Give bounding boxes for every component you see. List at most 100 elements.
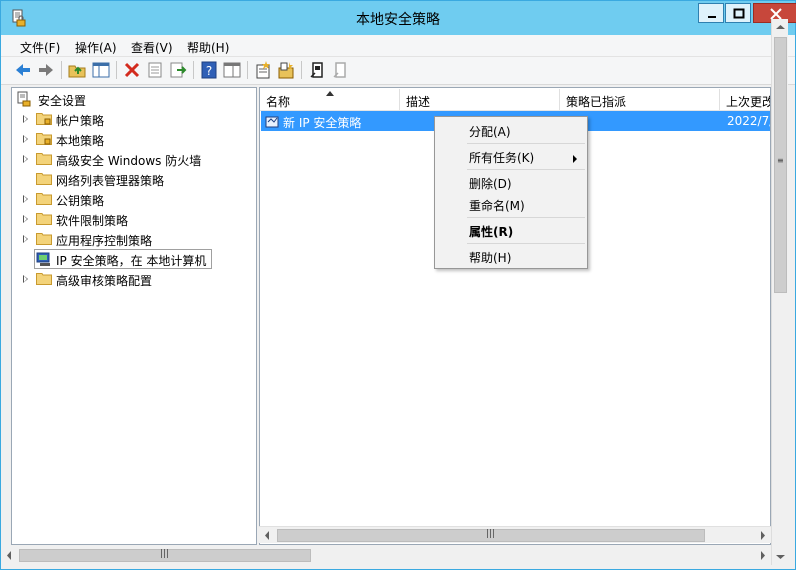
tree-item-advanced-audit[interactable]: 高级审核策略配置 [12, 269, 252, 289]
maximize-icon [733, 8, 745, 19]
menu-action[interactable]: 操作(A) [75, 39, 117, 56]
folder-icon [36, 153, 52, 165]
tree-item-label: 高级安全 Windows 防火墙 [56, 154, 202, 168]
folder-icon [36, 233, 52, 245]
column-header-modified[interactable]: 上次更改 [720, 89, 770, 110]
help-icon[interactable]: ? [199, 60, 219, 80]
tree-item-software-restriction[interactable]: 软件限制策略 [12, 209, 252, 229]
svg-text:?: ? [206, 64, 212, 78]
forward-arrow-icon[interactable] [36, 60, 56, 80]
tree-item-label: 软件限制策略 [56, 214, 129, 228]
scroll-thumb[interactable]: ||| [19, 549, 311, 562]
folder-icon [36, 193, 52, 205]
expand-arrow-icon[interactable] [23, 195, 28, 203]
title-bar[interactable]: 本地安全策略 [1, 1, 796, 35]
show-tree-icon[interactable] [91, 60, 111, 80]
menu-separator [467, 143, 585, 144]
new-policy-icon[interactable] [253, 60, 273, 80]
scroll-left-arrow-icon[interactable] [259, 527, 276, 544]
toolbar-separator [116, 61, 117, 79]
export-icon[interactable] [168, 60, 188, 80]
context-menu-help[interactable]: 帮助(H) [469, 249, 511, 266]
delete-icon[interactable] [122, 60, 142, 80]
scroll-right-arrow-icon[interactable] [754, 527, 771, 544]
folder-icon [36, 213, 52, 225]
tree-item-firewall[interactable]: 高级安全 Windows 防火墙 [12, 149, 252, 169]
grip-icon: ≡ [777, 156, 784, 165]
tree-item-label: 公钥策略 [56, 194, 105, 208]
window-title: 本地安全策略 [356, 12, 440, 28]
properties-icon[interactable] [145, 60, 165, 80]
scroll-thumb[interactable]: ≡ [774, 37, 787, 293]
tree-item-local-policy[interactable]: 本地策略 [12, 129, 252, 149]
scroll-right-arrow-icon[interactable] [754, 547, 771, 564]
grip-icon: ||| [160, 549, 170, 559]
scroll-left-arrow-icon[interactable] [1, 547, 18, 564]
folder-icon [36, 173, 52, 185]
context-menu-assign[interactable]: 分配(A) [469, 123, 511, 140]
console-view-icon[interactable] [222, 60, 242, 80]
folder-lock-icon [36, 133, 52, 145]
grip-icon: ||| [486, 529, 496, 539]
scroll-thumb[interactable]: ||| [277, 529, 705, 542]
expand-arrow-icon[interactable] [23, 155, 28, 163]
column-header-name[interactable]: 名称 [260, 89, 400, 110]
tree-item-app-control[interactable]: 应用程序控制策略 [12, 229, 252, 249]
window-horizontal-scrollbar[interactable]: ||| [1, 547, 771, 564]
context-menu-rename[interactable]: 重命名(M) [469, 197, 525, 214]
tree-item-label: 本地策略 [56, 134, 105, 148]
toolbar-separator [247, 61, 248, 79]
folder-icon [36, 273, 52, 285]
tree-item-label: IP 安全策略，在 本地计算机 [56, 254, 207, 268]
unassign-icon[interactable] [330, 60, 350, 80]
tree-root-security-settings[interactable]: 安全设置 [14, 89, 254, 109]
tree-pane[interactable]: 安全设置 帐户策略 本地策略 高级安全 Windows 防火墙 网络列表管理器策… [11, 87, 257, 545]
row-modified: 2022/7/ [727, 114, 771, 128]
menu-file[interactable]: 文件(F) [20, 39, 60, 56]
toolbar-separator [193, 61, 194, 79]
tree-root-label: 安全设置 [38, 94, 87, 108]
column-header-label: 名称 [266, 95, 291, 109]
maximize-button[interactable] [725, 3, 751, 23]
sort-ascending-icon [326, 91, 334, 96]
expand-arrow-icon[interactable] [23, 115, 28, 123]
ip-policy-icon [265, 116, 279, 128]
folder-lock-icon [36, 113, 52, 125]
context-menu-delete[interactable]: 删除(D) [469, 175, 512, 192]
context-menu-all-tasks[interactable]: 所有任务(K) [469, 149, 534, 166]
expand-arrow-icon[interactable] [23, 235, 28, 243]
toolbar-separator [61, 61, 62, 79]
tree-item-network-list[interactable]: 网络列表管理器策略 [12, 169, 252, 189]
context-menu: 分配(A) 所有任务(K) 删除(D) 重命名(M) 属性(R) 帮助(H) [434, 116, 588, 269]
column-header-label: 策略已指派 [566, 95, 627, 109]
tree-item-label: 应用程序控制策略 [56, 234, 153, 248]
window-vertical-scrollbar[interactable]: ≡ [771, 19, 788, 565]
minimize-button[interactable] [698, 3, 724, 23]
menu-help[interactable]: 帮助(H) [187, 39, 229, 56]
menu-bar: 文件(F) 操作(A) 查看(V) 帮助(H) [1, 35, 795, 57]
tree-item-label: 网络列表管理器策略 [56, 174, 165, 188]
row-name: 新 IP 安全策略 [283, 116, 362, 130]
back-arrow-icon[interactable] [13, 60, 33, 80]
minimize-icon [708, 16, 716, 18]
column-header-assigned[interactable]: 策略已指派 [560, 89, 720, 110]
column-header-description[interactable]: 描述 [400, 89, 560, 110]
menu-separator [467, 217, 585, 218]
context-menu-properties[interactable]: 属性(R) [469, 223, 513, 240]
list-horizontal-scrollbar[interactable]: ||| [259, 526, 771, 543]
main-window: 本地安全策略 文件(F) 操作(A) 查看(V) 帮助(H) ? 安全设置 帐户… [0, 0, 796, 570]
up-folder-icon[interactable] [67, 60, 87, 80]
expand-arrow-icon[interactable] [23, 215, 28, 223]
assign-icon[interactable] [307, 60, 327, 80]
menu-view[interactable]: 查看(V) [131, 39, 173, 56]
scroll-down-arrow-icon[interactable] [772, 548, 789, 565]
menu-separator [467, 243, 585, 244]
expand-arrow-icon[interactable] [23, 135, 28, 143]
expand-arrow-icon[interactable] [23, 275, 28, 283]
scroll-up-arrow-icon[interactable] [772, 19, 789, 36]
tree-item-ip-security[interactable]: IP 安全策略，在 本地计算机 [12, 249, 252, 269]
column-header-label: 描述 [406, 95, 431, 109]
manage-filter-icon[interactable] [276, 60, 296, 80]
tree-item-account-policy[interactable]: 帐户策略 [12, 109, 252, 129]
tree-item-public-key[interactable]: 公钥策略 [12, 189, 252, 209]
